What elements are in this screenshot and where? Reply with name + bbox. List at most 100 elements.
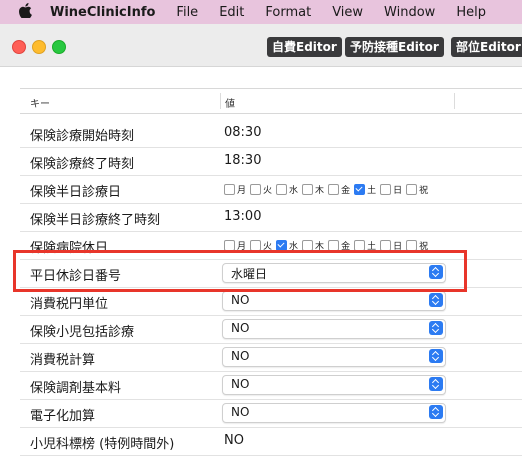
table-row[interactable]: 保険半日診療終了時刻 13:00	[20, 203, 522, 232]
weekday-checkbox[interactable]	[406, 240, 418, 251]
row-key-label: 保険小児包括診療	[30, 325, 135, 340]
weekday-label: 水	[289, 186, 299, 196]
weekday-option[interactable]: 土	[354, 183, 376, 196]
settings-table: キー 値 保険診療開始時刻 08:30 保険診療終了時刻 18:30 保険半日診療日月火…	[20, 88, 522, 456]
value-column-header[interactable]: 値	[225, 95, 235, 110]
table-row[interactable]: 消費税円単位 NO	[20, 287, 522, 316]
close-window-button[interactable]	[12, 40, 26, 54]
key-column-header[interactable]: キー	[30, 95, 50, 110]
row-value[interactable]: NO	[224, 433, 244, 448]
weekday-checkbox[interactable]	[250, 184, 262, 195]
weekday-checkbox[interactable]	[328, 184, 340, 195]
weekday-label: 日	[393, 242, 403, 252]
table-row[interactable]: 保険半日診療日 月 火 水 木 金 土 日 祝	[20, 175, 522, 204]
weekday-checkbox[interactable]	[406, 184, 418, 195]
weekday-checkbox[interactable]	[380, 240, 392, 251]
jihi-editor-button[interactable]: 自費Editor	[267, 37, 342, 57]
weekday-label: 木	[315, 242, 325, 252]
weekday-checkbox[interactable]	[224, 240, 235, 251]
value-popup-button[interactable]: NO	[222, 347, 446, 367]
selected-value: 水曜日	[231, 267, 268, 281]
weekday-option[interactable]: 土	[354, 239, 376, 252]
value-popup-button[interactable]: NO	[222, 291, 446, 311]
weekday-checkbox[interactable]	[302, 240, 314, 251]
weekday-option[interactable]: 日	[380, 183, 402, 196]
minimize-window-button[interactable]	[32, 40, 46, 54]
row-key-label: 保険半日診療終了時刻	[30, 213, 161, 228]
weekday-checkbox[interactable]	[354, 184, 366, 195]
weekday-checkbox[interactable]	[302, 184, 314, 195]
table-row[interactable]: 平日休診日番号 水曜日	[20, 259, 522, 288]
weekday-label: 月	[237, 186, 247, 196]
weekday-label: 月	[237, 242, 247, 252]
row-value[interactable]: 13:00	[224, 209, 261, 224]
selected-value: NO	[231, 321, 250, 335]
weekday-label: 土	[367, 242, 377, 252]
selected-value: NO	[231, 377, 250, 391]
selected-value: NO	[231, 293, 250, 307]
menu-view[interactable]: View	[332, 5, 363, 20]
weekday-option[interactable]: 火	[250, 239, 272, 252]
table-row[interactable]: 保険診療終了時刻 18:30	[20, 147, 522, 176]
yobou-sesshu-editor-button[interactable]: 予防接種Editor	[345, 37, 444, 57]
selected-value: NO	[231, 349, 250, 363]
bui-editor-button[interactable]: 部位Editor	[451, 37, 522, 57]
weekday-checkbox[interactable]	[328, 240, 340, 251]
value-popup-button[interactable]: 水曜日	[222, 263, 446, 283]
table-row[interactable]: 小児科標榜 (特例時間外) NO	[20, 427, 522, 456]
table-row[interactable]: 電子化加算 NO	[20, 399, 522, 428]
row-key-label: 消費税円単位	[30, 297, 109, 312]
updown-chevron-icon	[429, 377, 443, 391]
weekday-checkbox[interactable]	[276, 240, 288, 251]
weekday-label: 祝	[419, 242, 429, 252]
weekday-checkbox[interactable]	[380, 184, 392, 195]
weekday-option[interactable]: 祝	[406, 183, 428, 196]
menu-format[interactable]: Format	[265, 5, 311, 20]
value-popup-button[interactable]: NO	[222, 319, 446, 339]
updown-chevron-icon	[429, 349, 443, 363]
weekday-option[interactable]: 祝	[406, 239, 428, 252]
weekday-checkbox[interactable]	[354, 240, 366, 251]
table-row[interactable]: 保険小児包括診療 NO	[20, 315, 522, 344]
row-key-label: 電子化加算	[30, 409, 96, 424]
menu-help[interactable]: Help	[456, 5, 486, 20]
column-divider	[220, 93, 221, 109]
weekday-option[interactable]: 月	[224, 239, 246, 252]
menu-file[interactable]: File	[176, 5, 198, 20]
value-popup-button[interactable]: NO	[222, 403, 446, 423]
row-key-label: 保険診療終了時刻	[30, 157, 135, 172]
zoom-window-button[interactable]	[52, 40, 66, 54]
weekday-option[interactable]: 火	[250, 183, 272, 196]
row-value[interactable]: 08:30	[224, 125, 261, 140]
weekday-option[interactable]: 金	[328, 239, 350, 252]
table-header: キー 値	[20, 88, 522, 114]
weekday-option[interactable]: 月	[224, 183, 246, 196]
table-row[interactable]: 保険病院休日 月 火 水 木 金 土 日 祝	[20, 231, 522, 260]
weekday-checkbox[interactable]	[224, 184, 235, 195]
weekday-label: 木	[315, 186, 325, 196]
updown-chevron-icon	[429, 265, 443, 279]
weekday-option[interactable]: 日	[380, 239, 402, 252]
weekday-checkboxes: 月火 水 木金 土 日 祝	[224, 239, 432, 252]
weekday-option[interactable]: 木	[302, 239, 324, 252]
menu-window[interactable]: Window	[384, 5, 435, 20]
table-row[interactable]: 消費税計算 NO	[20, 343, 522, 372]
weekday-option[interactable]: 水	[276, 239, 298, 252]
row-key-label: 消費税計算	[30, 353, 96, 368]
row-key-label: 保険診療開始時刻	[30, 129, 135, 144]
table-row[interactable]: 保険診療開始時刻 08:30	[20, 119, 522, 148]
weekday-label: 日	[393, 186, 403, 196]
weekday-checkbox[interactable]	[250, 240, 262, 251]
row-value[interactable]: 18:30	[224, 153, 261, 168]
updown-chevron-icon	[429, 321, 443, 335]
value-popup-button[interactable]: NO	[222, 375, 446, 395]
weekday-checkbox[interactable]	[276, 184, 288, 195]
menu-edit[interactable]: Edit	[219, 5, 244, 20]
apple-icon[interactable]	[18, 2, 32, 22]
weekday-label: 水	[289, 242, 299, 252]
weekday-option[interactable]: 水	[276, 183, 298, 196]
app-name-menu[interactable]: WineClinicInfo	[50, 5, 155, 20]
table-row[interactable]: 保険調剤基本料 NO	[20, 371, 522, 400]
weekday-option[interactable]: 金	[328, 183, 350, 196]
weekday-option[interactable]: 木	[302, 183, 324, 196]
